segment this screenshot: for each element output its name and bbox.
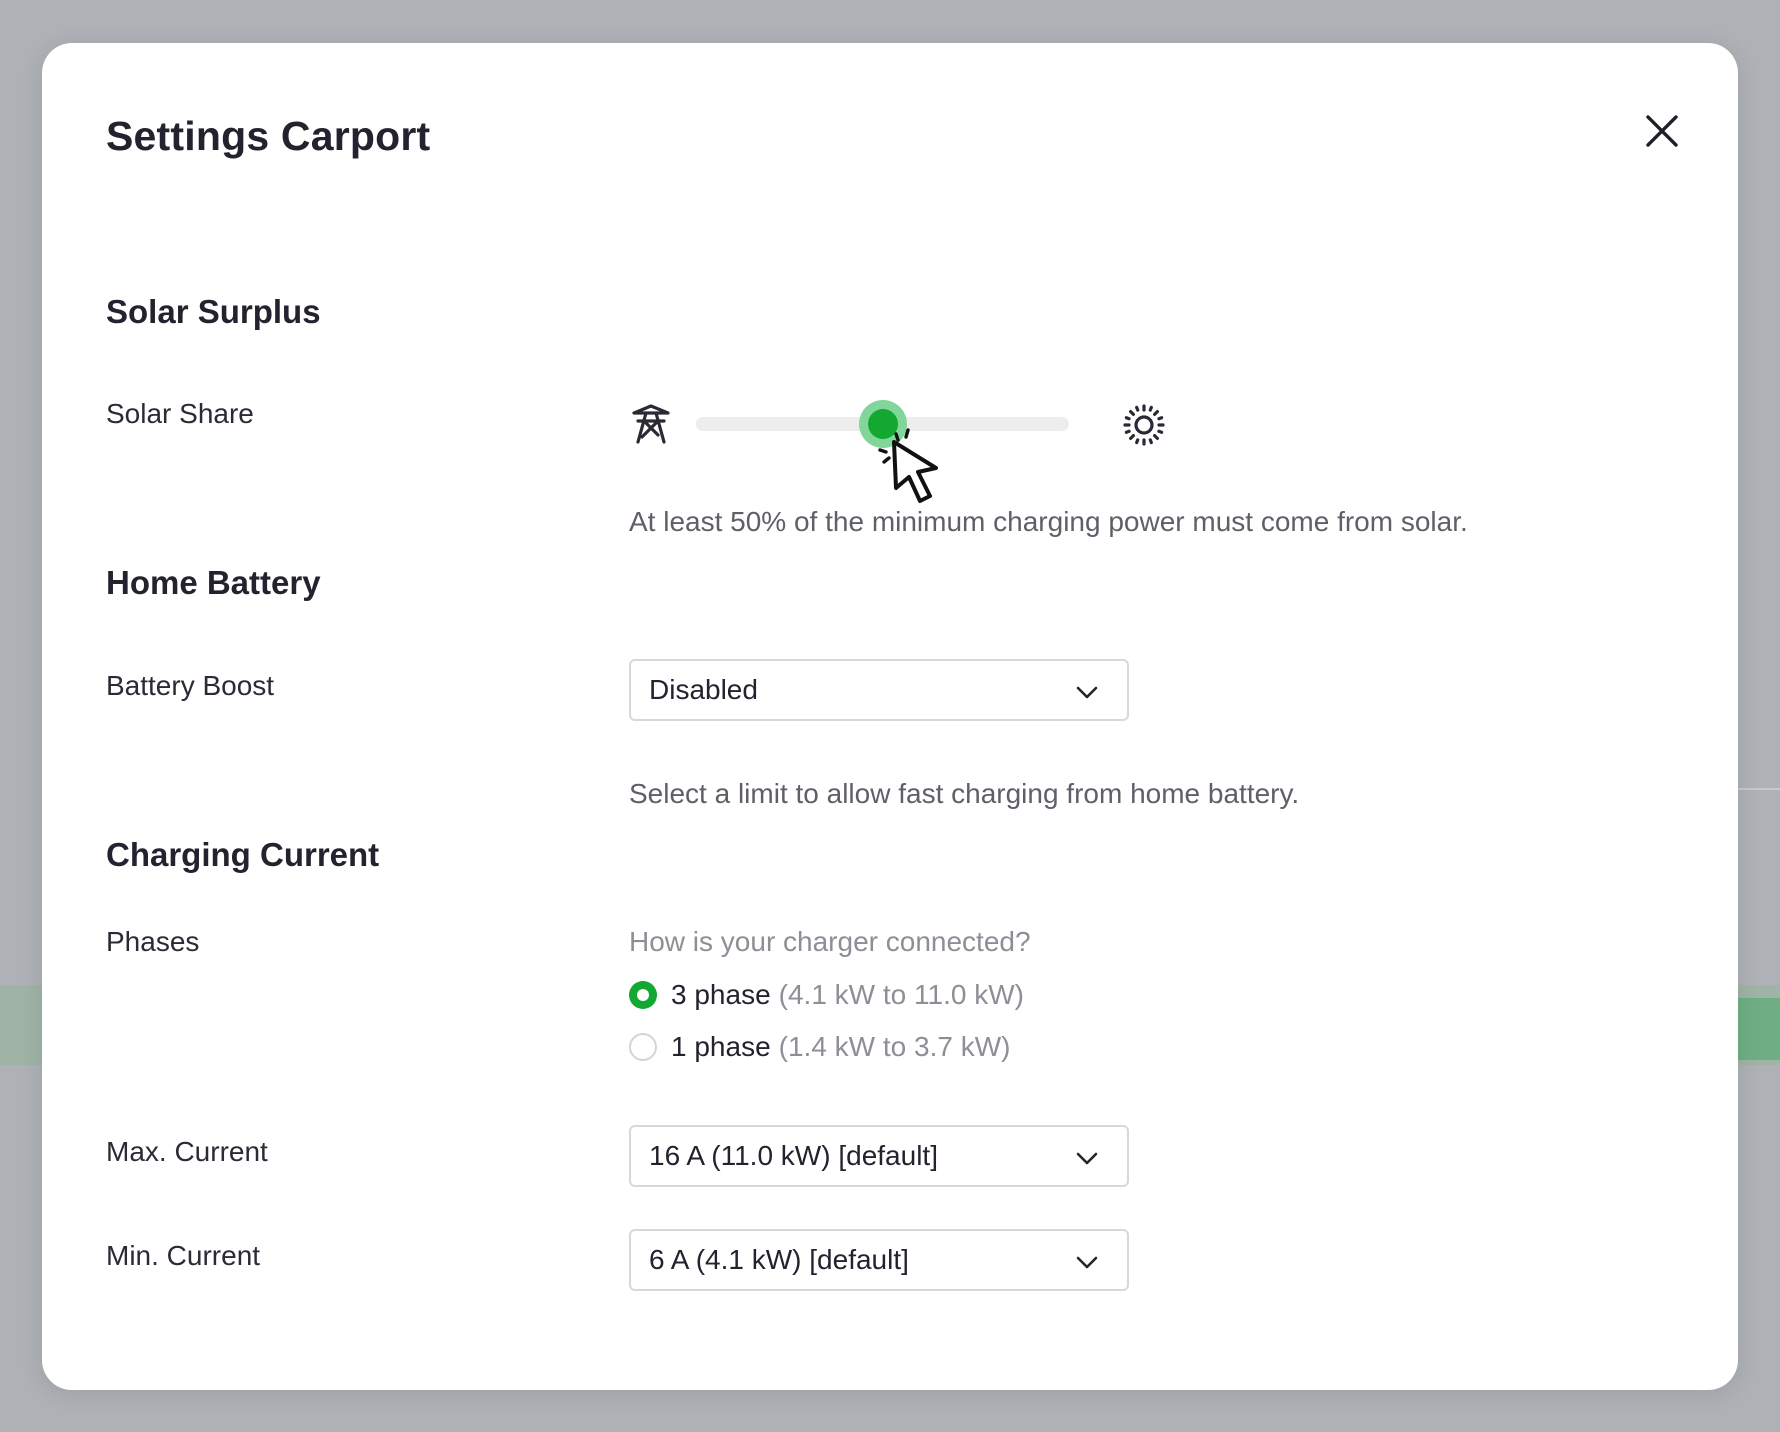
backdrop-divider [1736, 788, 1780, 790]
power-grid-icon [632, 404, 670, 444]
sun-icon [1123, 404, 1165, 446]
radio-3-phase[interactable]: 3 phase (4.1 kW to 11.0 kW) [629, 979, 1024, 1011]
radio-label: 3 phase [671, 979, 771, 1010]
chevron-down-icon [1076, 1256, 1098, 1269]
solar-share-help: At least 50% of the minimum charging pow… [629, 506, 1468, 537]
min-current-select[interactable]: 6 A (4.1 kW) [default] [629, 1229, 1129, 1291]
radio-label: 1 phase [671, 1031, 771, 1062]
section-heading-charging-current: Charging Current [106, 836, 380, 873]
section-heading-solar-surplus: Solar Surplus [106, 293, 321, 330]
battery-boost-label: Battery Boost [106, 670, 275, 701]
radio-detail: (4.1 kW to 11.0 kW) [778, 979, 1024, 1010]
slider-track[interactable] [696, 400, 1069, 448]
radio-button[interactable] [629, 1033, 657, 1061]
chevron-down-icon [1076, 1152, 1098, 1165]
min-current-value: 6 A (4.1 kW) [default] [649, 1244, 909, 1275]
max-current-label: Max. Current [106, 1136, 268, 1167]
chevron-down-icon [1076, 686, 1098, 699]
battery-boost-value: Disabled [649, 674, 758, 705]
slider-thumb[interactable] [858, 400, 907, 448]
solar-share-slider [630, 393, 1170, 453]
section-heading-home-battery: Home Battery [106, 564, 321, 601]
battery-boost-help: Select a limit to allow fast charging fr… [629, 778, 1300, 809]
phases-question: How is your charger connected? [629, 926, 1031, 957]
max-current-value: 16 A (11.0 kW) [default] [649, 1140, 938, 1171]
phases-label: Phases [106, 926, 200, 957]
radio-detail: (1.4 kW to 3.7 kW) [778, 1031, 1011, 1062]
close-icon [1646, 115, 1678, 147]
settings-dialog: Settings Carport Solar Surplus Solar Sha… [42, 43, 1738, 1390]
radio-button[interactable] [629, 981, 657, 1009]
min-current-label: Min. Current [106, 1240, 261, 1271]
close-button[interactable] [1634, 103, 1690, 159]
radio-1-phase[interactable]: 1 phase (1.4 kW to 3.7 kW) [629, 1031, 1010, 1063]
solar-share-label: Solar Share [106, 398, 254, 429]
max-current-select[interactable]: 16 A (11.0 kW) [default] [629, 1125, 1129, 1187]
dialog-title: Settings Carport [106, 113, 431, 159]
battery-boost-select[interactable]: Disabled [629, 659, 1129, 721]
